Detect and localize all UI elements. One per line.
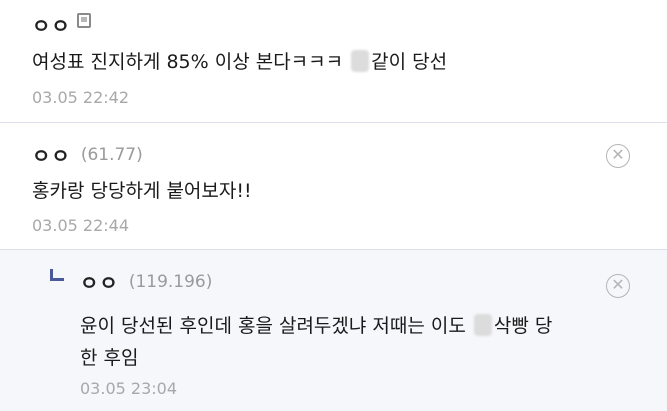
comment-text-part: 삭빵 당 xyxy=(493,315,553,337)
reply-comment-item: ㅇㅇ (119.196) ✕ 윤이 당선된 후인데 홍을 살려두겠냐 저때는 이… xyxy=(0,250,667,411)
comment-text-part: 윤이 당선된 후인데 홍을 살려두겠냐 저때는 이도 xyxy=(80,315,466,337)
circle-x-icon: ✕ xyxy=(611,145,625,164)
comment-date: 03.05 22:42 xyxy=(32,88,129,107)
comment-text: 홍카랑 당당하게 붙어보자!! xyxy=(32,180,252,202)
comment-text-part: 같이 당선 xyxy=(371,51,448,73)
comment-text-line: 한 후임 xyxy=(80,347,139,369)
comment-text-part: 여성표 진지하게 85% 이상 본다ㅋㅋㅋ xyxy=(32,51,344,73)
comment-item: ㅇㅇ (61.77) ✕ 홍카랑 당당하게 붙어보자!! 03.05 22:44 xyxy=(0,123,667,249)
comment-author-row: ㅇㅇ (61.77) xyxy=(32,140,143,169)
comment-author-row: ㅇㅇ (119.196) xyxy=(80,267,212,296)
comment-author-row: ㅇㅇ xyxy=(32,10,91,39)
mobile-write-icon xyxy=(76,13,91,28)
comment-item: ㅇㅇ 여성표 진지하게 85% 이상 본다ㅋㅋㅋ 같이 당선 03.05 22:… xyxy=(0,0,667,122)
comment-text: 윤이 당선된 후인데 홍을 살려두겠냐 저때는 이도 삭빵 당 한 후임 xyxy=(80,310,650,374)
comment-date: 03.05 23:04 xyxy=(80,379,177,398)
comment-nickname[interactable]: ㅇㅇ xyxy=(32,10,71,39)
blurred-text xyxy=(351,49,370,72)
comment-nickname[interactable]: ㅇㅇ xyxy=(32,140,71,169)
delete-comment-button[interactable]: ✕ xyxy=(606,274,630,298)
comment-ip: (119.196) xyxy=(128,271,213,292)
comment-text-line: 윤이 당선된 후인데 홍을 살려두겠냐 저때는 이도 삭빵 당 xyxy=(80,310,650,342)
comment-text: 여성표 진지하게 85% 이상 본다ㅋㅋㅋ 같이 당선 xyxy=(32,46,447,78)
circle-x-icon: ✕ xyxy=(611,275,625,294)
blurred-text xyxy=(473,313,492,336)
reply-arrow-icon xyxy=(50,269,64,281)
delete-comment-button[interactable]: ✕ xyxy=(606,144,630,168)
comment-date: 03.05 22:44 xyxy=(32,216,129,235)
comment-ip: (61.77) xyxy=(80,144,143,165)
comment-nickname[interactable]: ㅇㅇ xyxy=(80,267,119,296)
